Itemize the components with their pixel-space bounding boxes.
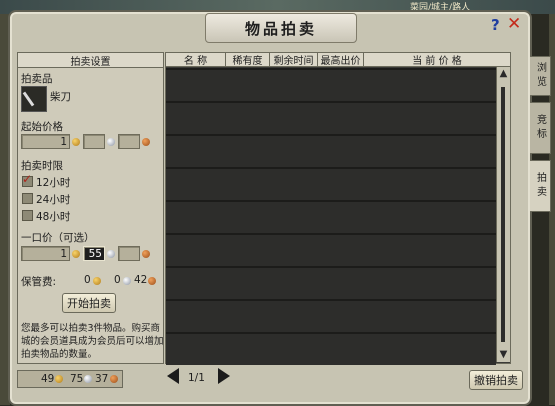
buyout-label: 一口价（可选） [21, 232, 95, 244]
tab-browse[interactable]: 浏览 [530, 56, 551, 96]
table-row[interactable] [166, 299, 496, 334]
silver-coin-icon [107, 250, 115, 258]
scroll-up-icon[interactable]: ▲ [497, 67, 510, 80]
auction-list-panel: 名 称 稀有度 剩余时间 最高出价 当 前 价 格 [165, 52, 511, 365]
fee-silver: 0 [114, 274, 121, 286]
table-row[interactable] [166, 200, 496, 235]
help-icon[interactable]: ? [491, 16, 504, 34]
gold-coin-icon [93, 277, 101, 285]
column-name[interactable]: 名 称 [166, 53, 226, 67]
copper-coin-icon [142, 138, 150, 146]
item-name: 柴刀 [50, 91, 71, 103]
fee-gold: 0 [84, 274, 91, 286]
money-gold: 49 [41, 373, 55, 385]
list-scrollbar[interactable]: ▲ ▼ [496, 67, 510, 362]
silver-coin-icon [107, 138, 115, 146]
start-price-copper-input[interactable] [118, 134, 140, 149]
table-row[interactable] [166, 101, 496, 136]
duration-12h-checkbox[interactable] [22, 172, 33, 187]
gold-coin-icon [72, 250, 80, 258]
gold-coin-icon [55, 375, 63, 383]
duration-12h-label: 12小时 [36, 177, 71, 189]
tab-auction[interactable]: 拍卖 [530, 160, 551, 212]
table-row[interactable] [166, 134, 496, 169]
buyout-silver-input[interactable]: 55 [83, 246, 105, 261]
next-page-icon[interactable] [218, 368, 230, 384]
player-money: 49 75 37 [17, 370, 123, 388]
silver-coin-icon [123, 277, 131, 285]
silver-coin-icon [84, 375, 92, 383]
prev-page-icon[interactable] [167, 368, 179, 384]
cancel-auction-button[interactable]: 撤销拍卖 [469, 370, 523, 390]
auction-rows [166, 68, 496, 365]
copper-coin-icon [148, 277, 156, 285]
copper-coin-icon [110, 375, 118, 383]
money-copper: 37 [95, 373, 109, 385]
auction-limit-note: 您最多可以拍卖3件物品。购买商城的会员道具成为会员后可以增加拍卖物品的数量。 [21, 323, 164, 360]
gold-coin-icon [72, 138, 80, 146]
close-icon[interactable]: ✕ [507, 14, 522, 34]
column-current-price[interactable]: 当 前 价 格 [364, 53, 510, 67]
page-indicator: 1/1 [188, 372, 205, 384]
tab-bid[interactable]: 竞标 [530, 102, 551, 154]
window-title: 物品拍卖 [205, 13, 357, 43]
buyout-gold-input[interactable]: 1 [21, 246, 70, 261]
duration-24h-checkbox[interactable] [22, 193, 33, 204]
duration-48h-checkbox[interactable] [22, 210, 33, 221]
item-label: 拍卖品 [21, 73, 53, 85]
start-price-gold-input[interactable]: 1 [21, 134, 70, 149]
start-price-silver-input[interactable] [83, 134, 105, 149]
money-silver: 75 [70, 373, 84, 385]
table-row[interactable] [166, 233, 496, 268]
table-row[interactable] [166, 332, 496, 365]
duration-24h-label: 24小时 [36, 194, 71, 206]
auction-settings-header: 拍卖设置 [18, 53, 163, 68]
table-row[interactable] [166, 266, 496, 301]
column-rarity[interactable]: 稀有度 [226, 53, 270, 67]
duration-48h-label: 48小时 [36, 211, 71, 223]
column-highest-bid[interactable]: 最高出价 [318, 53, 364, 67]
fee-label: 保管费: [21, 276, 57, 288]
column-time-left[interactable]: 剩余时间 [270, 53, 318, 67]
buyout-copper-input[interactable] [118, 246, 140, 261]
fee-copper: 42 [134, 274, 148, 286]
start-price-label: 起始价格 [21, 121, 63, 133]
scroll-track[interactable] [501, 87, 505, 342]
duration-label: 拍卖时限 [21, 160, 63, 172]
knife-item-icon[interactable] [21, 86, 47, 112]
scroll-down-icon[interactable]: ▼ [497, 348, 510, 361]
start-auction-button[interactable]: 开始拍卖 [62, 293, 116, 313]
copper-coin-icon [142, 250, 150, 258]
table-row[interactable] [166, 167, 496, 202]
table-row[interactable] [166, 68, 496, 103]
